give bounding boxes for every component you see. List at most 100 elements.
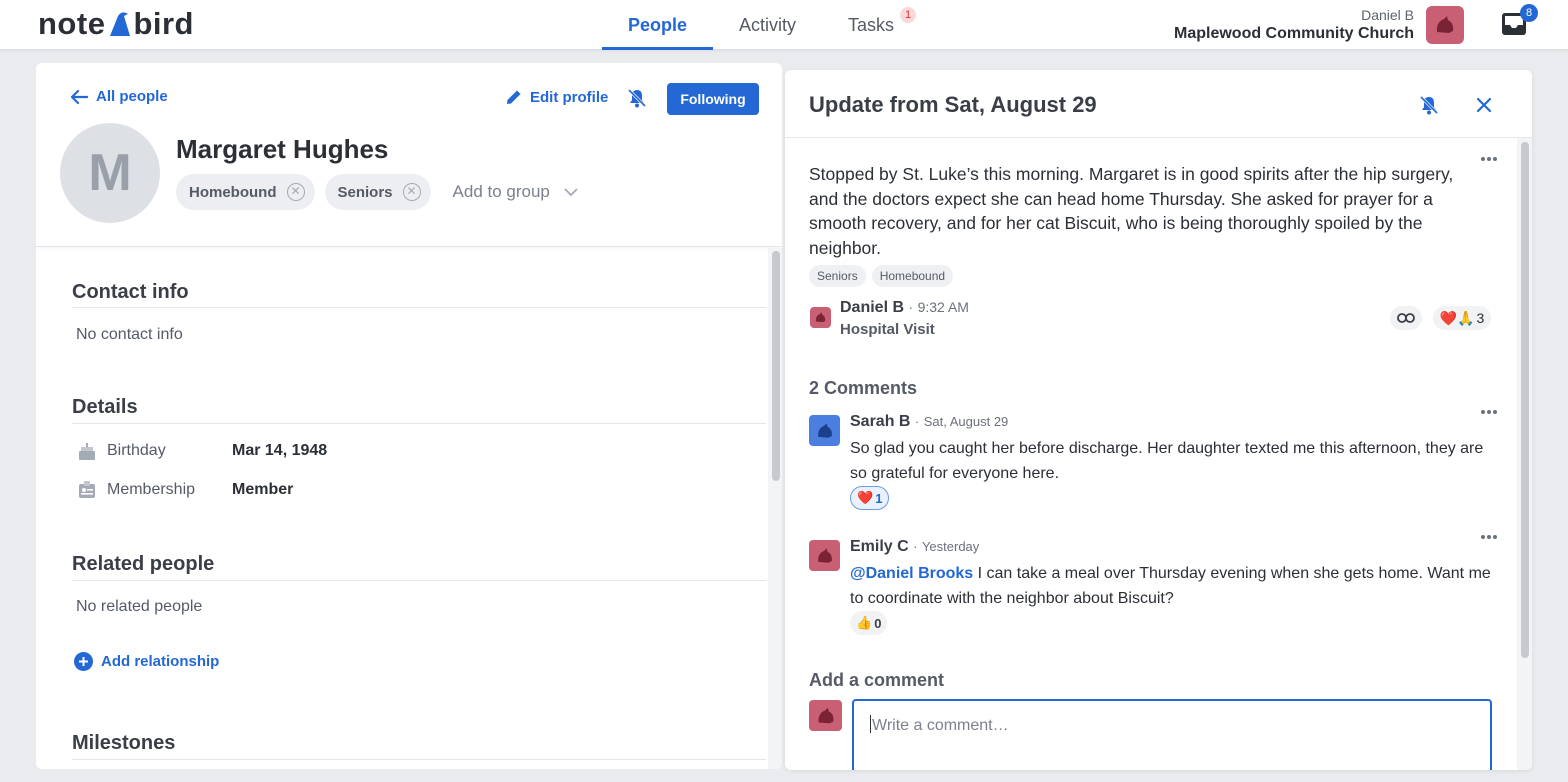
update-tag[interactable]: Seniors (809, 265, 866, 287)
divider (72, 759, 766, 760)
plus-circle-icon (74, 652, 93, 671)
divider (72, 580, 766, 581)
profile-body: Contact info No contact info Details Bir… (36, 248, 766, 769)
link-icon (1397, 313, 1415, 323)
group-list: Homebound ✕ Seniors ✕ Add to group (176, 174, 578, 210)
comment-author[interactable]: Sarah B (850, 413, 910, 430)
update-type: Hospital Visit (840, 321, 935, 338)
pencil-icon (507, 90, 521, 104)
arrow-left-icon (70, 89, 88, 104)
separator: · (908, 299, 914, 315)
more-options-icon[interactable] (1480, 156, 1498, 162)
bell-off-icon[interactable] (1418, 94, 1440, 116)
add-relationship-button[interactable]: Add relationship (74, 652, 219, 671)
tab-activity-label: Activity (739, 14, 797, 35)
person-name: Margaret Hughes (176, 134, 389, 164)
following-button[interactable]: Following (667, 83, 759, 115)
inbox-button[interactable]: 8 (1500, 4, 1538, 37)
copy-link-button[interactable] (1390, 306, 1422, 330)
text-cursor (870, 715, 871, 733)
profile-header: All people Edit profile Following M Marg… (36, 63, 782, 247)
comment-time: Yesterday (921, 539, 980, 554)
update-time: 9:32 AM (917, 299, 969, 315)
top-bar: note bird People Activity Tasks 1 Daniel … (0, 0, 1568, 50)
all-people-link[interactable]: All people (70, 88, 168, 105)
edit-profile-button[interactable]: Edit profile (504, 87, 608, 107)
remove-group-icon[interactable]: ✕ (286, 183, 305, 201)
detail-value: Mar 14, 1948 (232, 442, 328, 459)
group-chip-label: Seniors (337, 183, 393, 201)
main-nav: People Activity Tasks 1 (602, 0, 920, 50)
add-to-group-dropdown[interactable]: Add to group (453, 182, 578, 202)
comment-input[interactable]: Write a comment… (852, 699, 1492, 770)
bird-avatar-icon (817, 547, 832, 563)
close-icon[interactable] (1473, 94, 1495, 116)
more-options-icon[interactable] (1480, 534, 1498, 540)
comment-header: Emily C · Yesterday (850, 538, 979, 556)
divider (72, 307, 766, 308)
bird-avatar-icon (815, 312, 826, 323)
detail-label: Membership (107, 481, 196, 498)
detail-value: Member (232, 481, 294, 498)
update-author[interactable]: Daniel B (840, 299, 904, 316)
update-author-line: Daniel B · 9:32 AM (840, 299, 969, 317)
bird-avatar-icon (817, 422, 832, 438)
account-org-name: Maplewood Community Church (1174, 25, 1414, 42)
add-to-group-label: Add to group (452, 182, 550, 201)
update-reactions[interactable]: ❤️🙏 3 (1433, 306, 1491, 330)
edit-profile-label: Edit profile (530, 88, 609, 106)
update-header: Update from Sat, August 29 (785, 70, 1532, 138)
notebird-logo[interactable]: note bird (38, 6, 194, 42)
more-options-icon[interactable] (1480, 409, 1498, 415)
group-chip-homebound: Homebound ✕ (176, 174, 315, 210)
detail-label: Birthday (107, 442, 166, 459)
group-chip-label: Homebound (189, 183, 277, 201)
reaction-emoji: ❤️🙏 (1439, 309, 1475, 326)
comment-author[interactable]: Emily C (850, 538, 909, 555)
bell-off-icon[interactable] (626, 87, 648, 109)
all-people-label: All people (96, 88, 168, 105)
tab-tasks[interactable]: Tasks 1 (822, 0, 920, 50)
remove-group-icon[interactable]: ✕ (402, 183, 421, 201)
cake-icon (79, 443, 95, 460)
details-title: Details (72, 396, 138, 418)
author-avatar (810, 307, 831, 328)
tasks-count-badge: 1 (900, 7, 917, 23)
commenter-avatar (809, 540, 840, 571)
logo-text-right: bird (133, 6, 194, 41)
update-title: Update from Sat, August 29 (809, 92, 1097, 117)
detail-row-membership: Membership Member (76, 479, 293, 501)
inbox-count-badge: 8 (1520, 4, 1538, 22)
comment-header: Sarah B · Sat, August 29 (850, 413, 1008, 431)
update-detail-panel: Update from Sat, August 29 Stopped by St… (785, 70, 1532, 770)
badge-icon (79, 481, 95, 498)
divider (72, 423, 766, 424)
comment-placeholder: Write a comment… (872, 717, 1009, 734)
add-comment-title: Add a comment (809, 670, 945, 690)
user-avatar[interactable] (1426, 6, 1464, 44)
reaction-count: 1 (875, 490, 883, 506)
reaction-emoji: 👍 (856, 615, 873, 630)
comment-reaction[interactable]: 👍 0 (850, 611, 888, 635)
account-switcher[interactable]: Daniel B Maplewood Community Church (1174, 7, 1414, 44)
commenter-avatar (809, 415, 840, 446)
account-user-name: Daniel B (1361, 7, 1414, 23)
group-chip-seniors: Seniors ✕ (324, 174, 431, 210)
detail-row-birthday: Birthday Mar 14, 1948 (76, 440, 327, 462)
comment-time: Sat, August 29 (923, 414, 1009, 429)
add-relationship-label: Add relationship (101, 653, 220, 670)
tab-tasks-label: Tasks (848, 14, 895, 35)
comments-title: 2 Comments (809, 378, 918, 398)
milestones-title: Milestones (72, 732, 176, 754)
scrollbar[interactable] (772, 251, 780, 481)
tab-people[interactable]: People (602, 0, 714, 50)
scrollbar[interactable] (1521, 142, 1529, 658)
comment-text: So glad you caught her before discharge.… (850, 440, 1484, 482)
comment-reaction[interactable]: ❤️ 1 (850, 486, 890, 510)
tab-activity[interactable]: Activity (713, 0, 822, 50)
update-tag[interactable]: Homebound (871, 265, 954, 287)
tab-people-label: People (628, 14, 688, 35)
mention-link[interactable]: @Daniel Brooks (850, 565, 973, 582)
logo-text-left: note (38, 6, 106, 41)
update-tags: Seniors Homebound (809, 265, 954, 287)
